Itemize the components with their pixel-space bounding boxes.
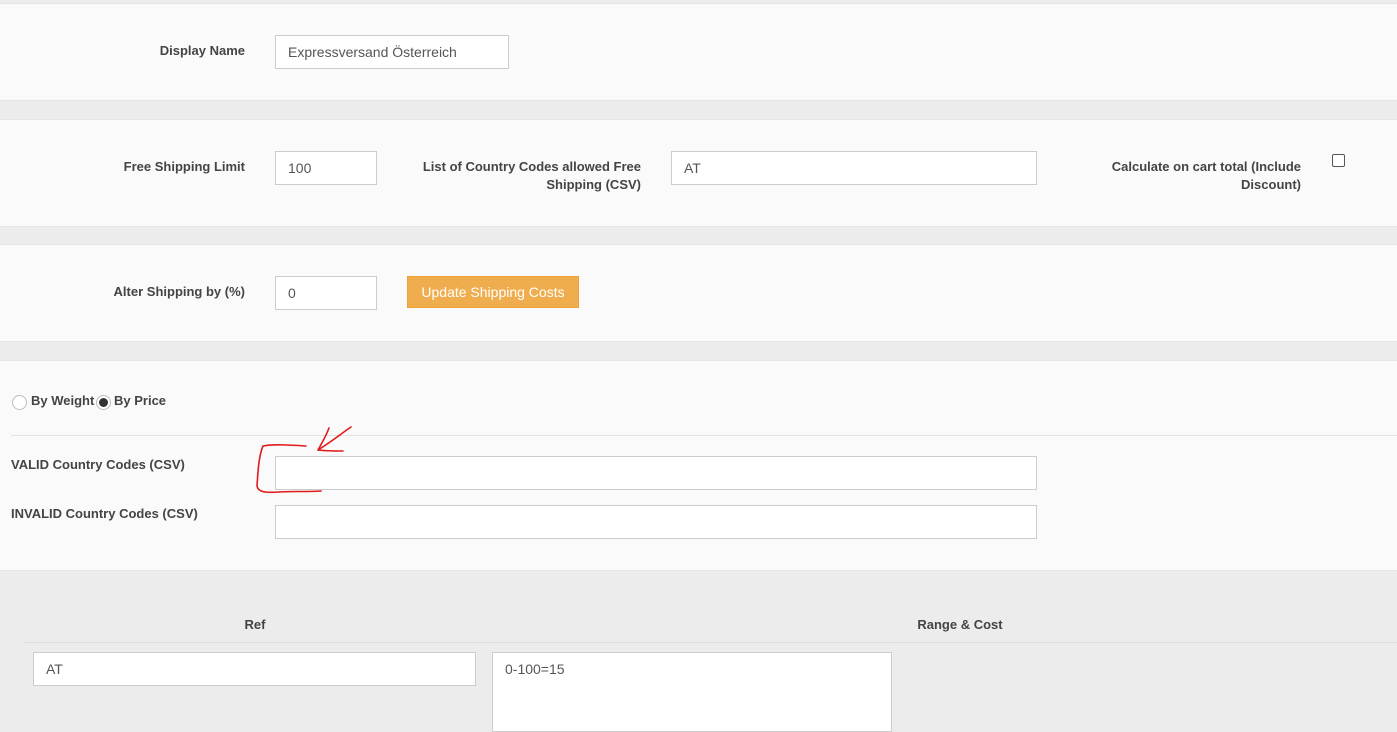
red-annotation-drawing [256,426,352,494]
free-shipping-limit-input[interactable] [275,151,377,185]
free-shipping-countries-input[interactable] [671,151,1037,185]
by-price-radio[interactable] [96,395,111,410]
range-cost-textarea[interactable]: 0-100=15 [492,652,892,732]
free-shipping-limit-label: Free Shipping Limit [123,159,245,174]
display-name-input[interactable] [275,35,509,69]
update-shipping-costs-button[interactable]: Update Shipping Costs [407,276,579,308]
free-shipping-countries-label: List of Country Codes allowed Free Shipp… [400,158,641,194]
range-cost-column-header: Range & Cost [917,617,1003,632]
mode-divider [11,435,1397,436]
alter-shipping-label: Alter Shipping by (%) [113,284,245,299]
by-weight-label: By Weight [31,393,95,408]
by-price-label: By Price [114,393,167,408]
table-header-divider [25,642,1397,643]
invalid-country-codes-input[interactable] [275,505,1037,539]
ref-input[interactable] [33,652,476,686]
alter-shipping-input[interactable] [275,276,377,310]
invalid-country-codes-label: INVALID Country Codes (CSV) [11,506,198,521]
cart-total-label: Calculate on cart total (Include Discoun… [1060,158,1301,194]
valid-country-codes-label: VALID Country Codes (CSV) [11,457,185,472]
valid-country-codes-input[interactable] [275,456,1037,490]
cart-total-label-line1: Calculate on cart total (Include [1111,159,1301,174]
free-shipping-countries-label-line2: Shipping (CSV) [546,177,641,192]
cart-total-label-line2: Discount) [1241,177,1301,192]
ref-column-header: Ref [244,617,266,632]
cart-total-checkbox[interactable] [1332,154,1345,167]
display-name-label: Display Name [159,43,245,58]
by-weight-radio[interactable] [12,395,27,410]
free-shipping-countries-label-line1: List of Country Codes allowed Free [422,159,641,174]
